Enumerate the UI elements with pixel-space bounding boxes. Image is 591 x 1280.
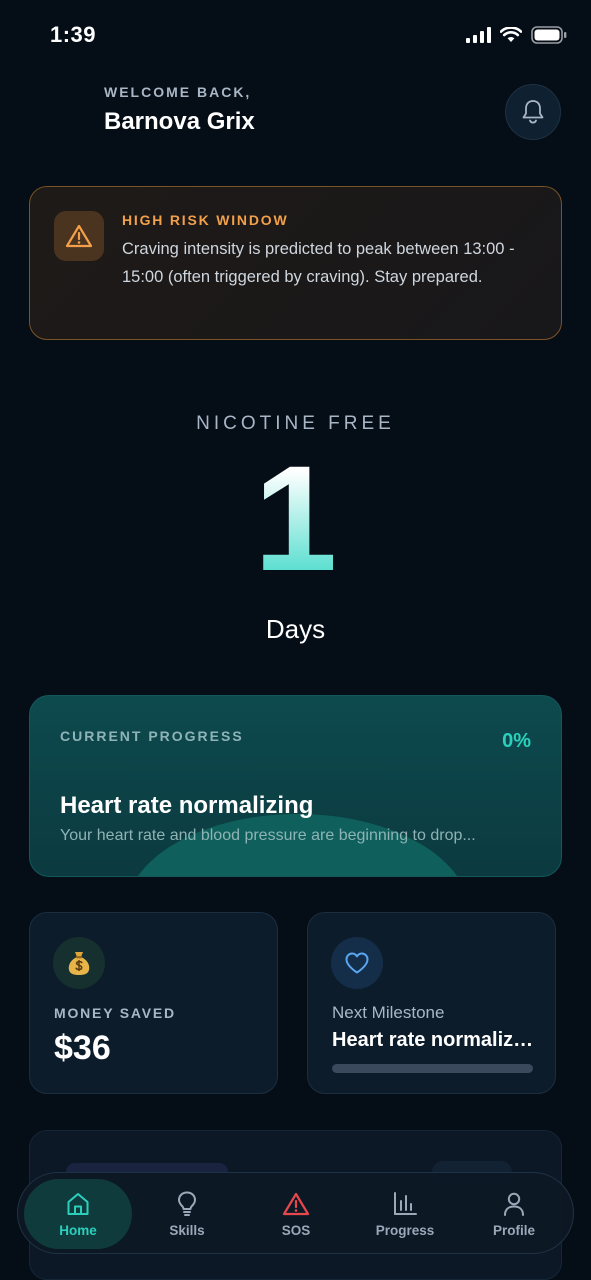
lightbulb-icon [178, 1191, 196, 1216]
progress-arc-decoration [125, 814, 470, 876]
tab-sos-label: SOS [281, 1222, 311, 1238]
milestone-progress-bar [332, 1064, 533, 1073]
home-icon [67, 1192, 89, 1215]
notifications-button[interactable] [505, 84, 561, 140]
risk-alert-message: Craving intensity is predicted to peak b… [122, 240, 515, 286]
welcome-label: WELCOME BACK, [104, 84, 252, 100]
current-progress-card[interactable]: CURRENT PROGRESS 0% Heart rate normalizi… [29, 695, 562, 877]
current-progress-label: CURRENT PROGRESS [60, 728, 244, 744]
money-saved-value: $36 [54, 1029, 111, 1067]
tab-progress-label: Progress [375, 1222, 435, 1238]
tab-home-label: Home [59, 1222, 97, 1238]
tab-skills[interactable]: Skills [133, 1179, 241, 1249]
tab-skills-label: Skills [169, 1223, 205, 1238]
nicotine-free-label: NICOTINE FREE [196, 413, 395, 434]
streak-day-count: 1 [0, 438, 591, 598]
money-saved-label: MONEY SAVED [54, 1005, 176, 1021]
cellular-signal-icon [466, 27, 491, 43]
status-bar: 1:39 [0, 0, 591, 72]
user-name: Barnova Grix [104, 108, 255, 135]
greeting-header: WELCOME BACK, Barnova Grix [104, 84, 504, 136]
tab-profile[interactable]: Profile [460, 1179, 568, 1249]
next-milestone-card[interactable]: Next Milestone Heart rate normalizing [307, 912, 556, 1094]
heart-icon [331, 937, 383, 989]
current-progress-title: Heart rate normalizing [60, 792, 314, 819]
streak-unit-label: Days [265, 614, 326, 644]
tab-home[interactable]: Home [24, 1179, 132, 1249]
status-time: 1:39 [50, 22, 97, 47]
current-progress-percent: 0% [502, 730, 531, 752]
next-milestone-label: Next Milestone [332, 1003, 445, 1022]
status-icons [466, 26, 567, 44]
user-icon [504, 1192, 524, 1216]
wifi-icon [500, 27, 522, 42]
bell-icon [522, 100, 544, 124]
risk-alert-title: HIGH RISK WINDOW [122, 212, 289, 228]
battery-icon [531, 26, 567, 44]
bar-chart-icon [394, 1191, 417, 1215]
next-milestone-value: Heart rate normalizing [332, 1029, 537, 1051]
tab-sos[interactable]: SOS [242, 1179, 350, 1249]
warning-icon [282, 1192, 310, 1215]
high-risk-alert-card[interactable]: HIGH RISK WINDOW Craving intensity is pr… [29, 186, 562, 340]
tab-profile-label: Profile [492, 1222, 535, 1238]
money-saved-card[interactable]: MONEY SAVED $36 [29, 912, 278, 1094]
tab-progress[interactable]: Progress [351, 1179, 459, 1249]
risk-icon-box [54, 211, 104, 261]
warning-icon [65, 224, 93, 248]
current-progress-description: Your heart rate and blood pressure are b… [60, 827, 476, 844]
money-bag-icon [53, 937, 105, 989]
bottom-tab-bar: Home Skills SOS Progress Profile [17, 1172, 574, 1254]
